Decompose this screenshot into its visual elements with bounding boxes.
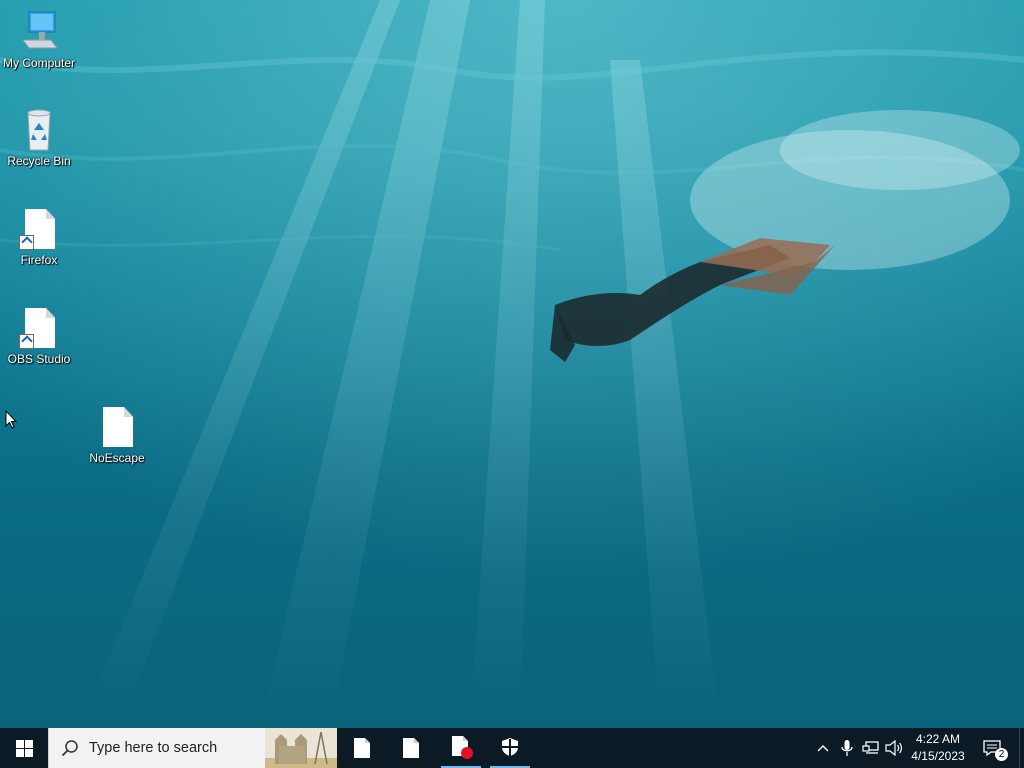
clock-time: 4:22 AM <box>915 732 961 746</box>
search-icon <box>61 740 78 757</box>
file-icon <box>403 738 419 758</box>
shortcut-arrow-icon <box>19 334 34 349</box>
desktop-icon-label: Recycle Bin <box>7 154 71 168</box>
file-icon <box>354 738 370 758</box>
taskbar-app-file-1[interactable] <box>338 728 386 768</box>
clock-date: 4/15/2023 <box>911 749 965 763</box>
desktop-icon-label: My Computer <box>2 56 76 70</box>
search-placeholder: Type here to search <box>89 740 218 756</box>
shield-icon <box>502 738 518 756</box>
file-shortcut-icon <box>19 207 59 251</box>
taskbar-clock[interactable]: 4:22 AM 4/15/2023 <box>904 731 972 765</box>
desktop-icon-obs-studio[interactable]: OBS Studio <box>0 306 78 366</box>
volume-button[interactable] <box>883 728 905 768</box>
taskbar-app-recorder[interactable] <box>441 728 481 768</box>
desktop-icon-label: NoEscape <box>89 451 145 465</box>
recycle-bin-icon <box>19 108 59 152</box>
network-button[interactable] <box>860 728 882 768</box>
taskbar: Type here to search 4:22 AM 4/15/2023 2 <box>0 728 1024 768</box>
desktop-icon-label: OBS Studio <box>7 352 71 366</box>
chevron-up-icon <box>817 745 829 752</box>
show-desktop-button[interactable] <box>1019 728 1024 768</box>
computer-icon <box>19 10 59 54</box>
network-icon <box>862 741 879 754</box>
notification-count-badge: 2 <box>995 748 1008 761</box>
desktop-icon-noescape[interactable]: NoEscape <box>78 405 156 465</box>
microphone-icon <box>841 740 853 756</box>
microphone-button[interactable] <box>836 728 858 768</box>
file-record-icon <box>452 736 473 759</box>
file-shortcut-icon <box>19 306 59 350</box>
taskbar-search-box[interactable]: Type here to search <box>48 728 337 768</box>
mouse-cursor-icon <box>5 409 18 430</box>
desktop-icon-label: Firefox <box>20 253 58 267</box>
desktop-icon-recycle-bin[interactable]: Recycle Bin <box>0 108 78 168</box>
file-icon <box>97 405 137 449</box>
speaker-icon <box>885 740 902 756</box>
underwater-scene <box>0 0 1024 728</box>
start-button[interactable] <box>0 728 48 768</box>
desktop-icon-firefox[interactable]: Firefox <box>0 207 78 267</box>
desktop-icon-my-computer[interactable]: My Computer <box>0 10 78 70</box>
show-hidden-icons-button[interactable] <box>812 728 834 768</box>
windows-logo-icon <box>15 739 33 757</box>
search-highlight-image <box>265 728 337 768</box>
shortcut-arrow-icon <box>19 235 34 250</box>
taskbar-app-security[interactable] <box>490 728 530 768</box>
taskbar-app-file-2[interactable] <box>387 728 435 768</box>
action-center-button[interactable]: 2 <box>980 728 1010 768</box>
desktop-wallpaper <box>0 0 1024 728</box>
